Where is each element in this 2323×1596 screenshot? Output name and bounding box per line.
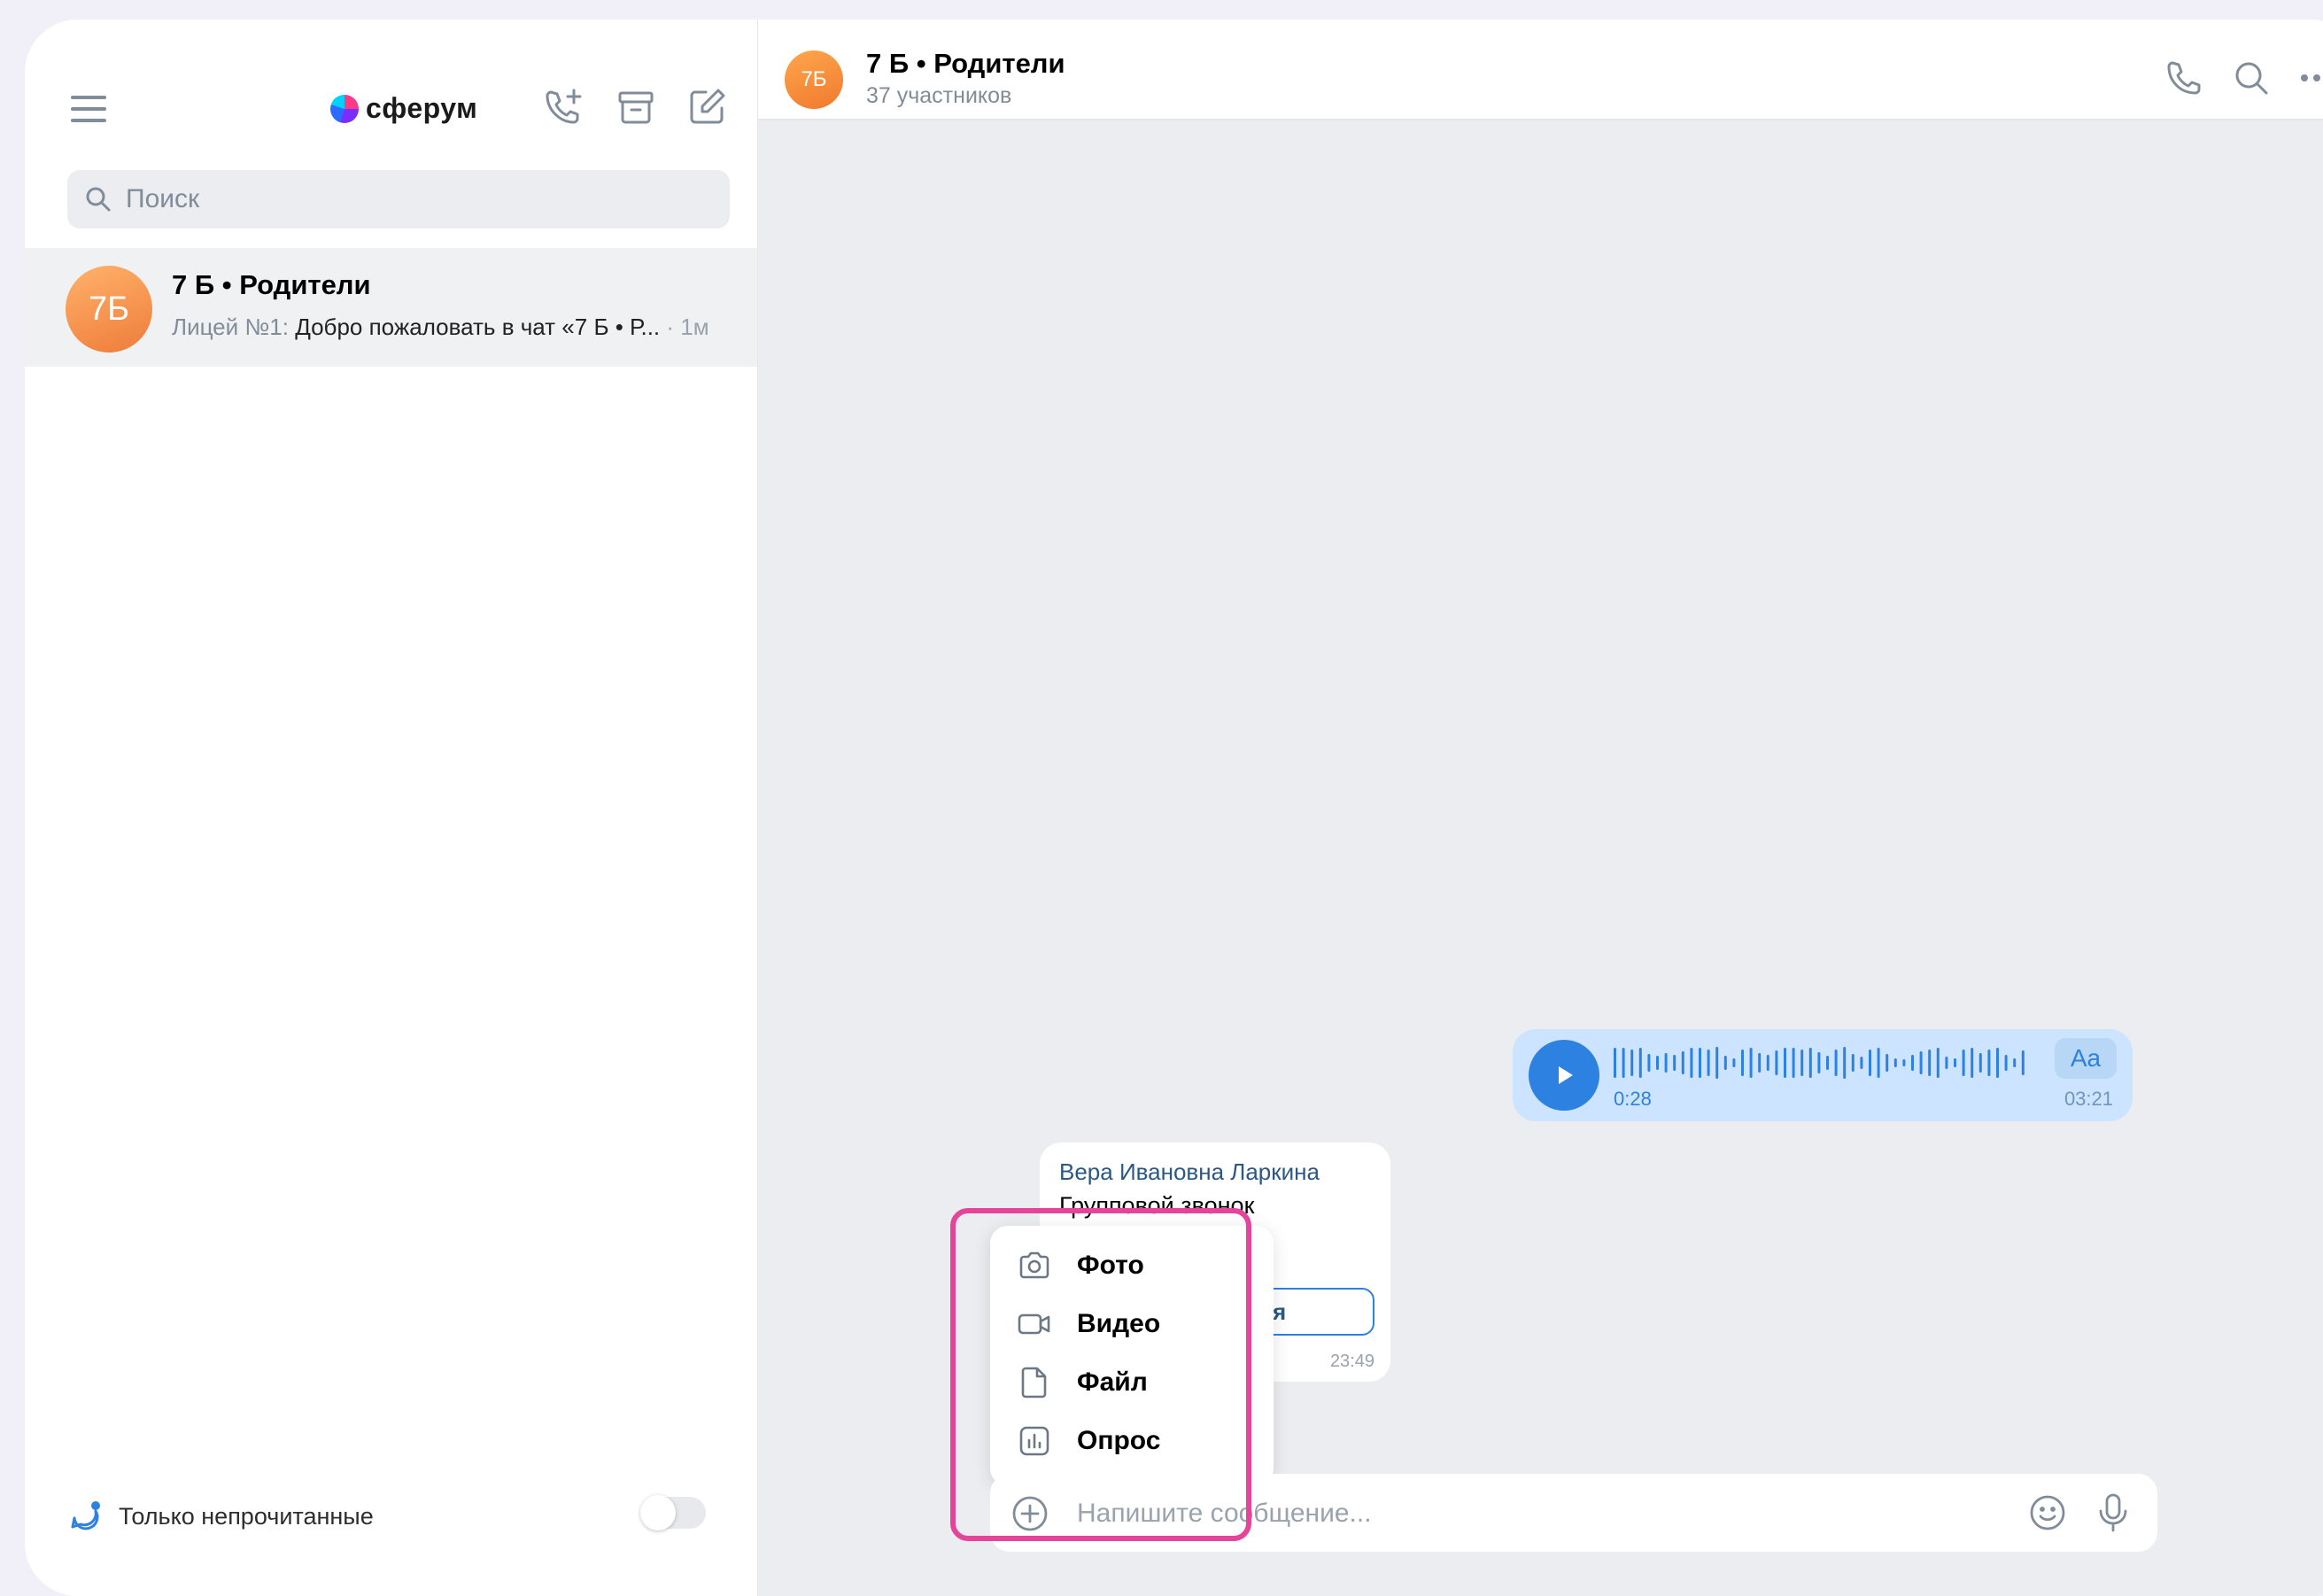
compose-icon[interactable] xyxy=(686,87,727,128)
search-bar[interactable] xyxy=(67,170,730,229)
more-icon[interactable] xyxy=(2297,58,2323,97)
play-icon xyxy=(1559,1066,1573,1084)
attach-plus-icon[interactable] xyxy=(1011,1495,1049,1532)
voice-time: 03:21 xyxy=(2064,1088,2113,1110)
app-window: сферум 7Б 7 Б • Родители Лицей №1: Добро… xyxy=(25,19,2323,1596)
file-icon xyxy=(1021,1367,1047,1398)
search-input[interactable] xyxy=(124,183,659,215)
search-icon[interactable] xyxy=(2232,58,2271,97)
chat-panel: 7Б 7 Б • Родители 37 участников 0:28 Aa … xyxy=(758,19,2323,1596)
unread-chat-icon xyxy=(71,1501,100,1530)
poll-icon xyxy=(1019,1426,1049,1456)
chat-preview-text: Добро пожаловать в чат «7 Б • Р... xyxy=(288,314,661,340)
waveform[interactable] xyxy=(1612,1042,2037,1084)
message-input[interactable] xyxy=(1075,1491,1964,1536)
attach-photo[interactable]: Фото xyxy=(990,1236,1274,1295)
voice-duration: 0:28 xyxy=(1614,1088,1652,1110)
menu-label: Фото xyxy=(1077,1251,1144,1280)
attach-poll[interactable]: Опрос xyxy=(990,1412,1274,1470)
logo-mark-icon xyxy=(330,94,359,123)
chat-preview-sender: Лицей №1: xyxy=(172,314,289,340)
unread-only-label: Только непрочитанные xyxy=(119,1502,374,1530)
logo: сферум xyxy=(330,92,477,125)
chat-name: 7 Б • Родители xyxy=(172,269,371,300)
members-count[interactable]: 37 участников xyxy=(866,83,1011,109)
chat-header: 7Б 7 Б • Родители 37 участников xyxy=(758,19,2323,120)
attach-menu: Фото Видео Файл Опрос xyxy=(990,1226,1274,1486)
video-icon xyxy=(1018,1313,1050,1335)
unread-filter: Только непрочитанные xyxy=(69,1499,374,1534)
logo-text: сферум xyxy=(366,92,478,124)
menu-label: Файл xyxy=(1077,1367,1148,1397)
play-button[interactable] xyxy=(1529,1040,1599,1111)
chat-list-item[interactable]: 7Б 7 Б • Родители Лицей №1: Добро пожало… xyxy=(25,248,757,367)
message-composer xyxy=(990,1474,2157,1552)
menu-label: Опрос xyxy=(1077,1426,1161,1455)
unread-only-toggle[interactable] xyxy=(640,1495,706,1530)
header-avatar[interactable]: 7Б xyxy=(785,50,843,109)
menu-label: Видео xyxy=(1077,1309,1161,1338)
chat-avatar: 7Б xyxy=(66,266,152,353)
menu-icon[interactable] xyxy=(71,96,106,122)
sidebar: сферум 7Б 7 Б • Родители Лицей №1: Добро… xyxy=(25,19,759,1596)
transcribe-button[interactable]: Aa xyxy=(2055,1038,2117,1079)
microphone-icon[interactable] xyxy=(2094,1491,2133,1534)
chat-title[interactable]: 7 Б • Родители xyxy=(866,48,1065,80)
message-author[interactable]: Вера Ивановна Ларкина xyxy=(1059,1158,1320,1186)
message-time: 23:49 xyxy=(1329,1352,1374,1371)
add-call-icon[interactable] xyxy=(544,87,585,128)
emoji-icon[interactable] xyxy=(2028,1493,2067,1532)
search-icon xyxy=(86,187,111,212)
phone-icon[interactable] xyxy=(2164,58,2203,97)
message-text: Групповой звонок xyxy=(1059,1192,1255,1219)
voice-message: 0:28 Aa 03:21 xyxy=(1513,1029,2133,1121)
camera-icon xyxy=(1019,1251,1049,1279)
attach-video[interactable]: Видео xyxy=(990,1295,1274,1353)
attach-file[interactable]: Файл xyxy=(990,1353,1274,1412)
chat-preview: Лицей №1: Добро пожаловать в чат «7 Б • … xyxy=(172,314,709,341)
chat-preview-time: · 1м xyxy=(660,314,709,340)
archive-icon[interactable] xyxy=(616,87,656,128)
